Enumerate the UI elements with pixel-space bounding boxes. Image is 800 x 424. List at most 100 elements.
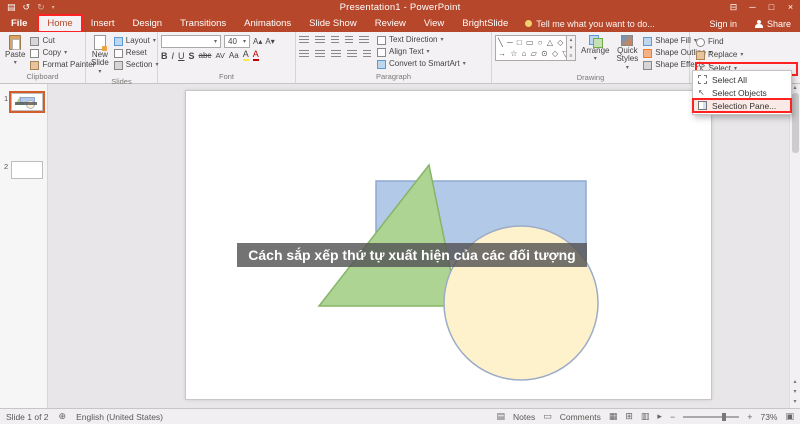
menu-item-select-objects[interactable]: ↖ Select Objects xyxy=(693,86,791,99)
section-button[interactable]: Section ▾ xyxy=(113,60,158,70)
zoom-in-icon[interactable]: + xyxy=(747,412,752,422)
selection-pane-label: Selection Pane... xyxy=(712,100,777,111)
shapes-gallery-scrollbar[interactable]: ▴ ▾ ≡ xyxy=(567,35,576,61)
align-center-icon[interactable] xyxy=(315,50,325,58)
vertical-scrollbar[interactable]: ▴ ▴ ▾ ▾ xyxy=(789,84,800,408)
undo-icon[interactable]: ↺ xyxy=(23,2,31,13)
tab-brightslide[interactable]: BrightSlide xyxy=(453,15,517,32)
align-left-icon[interactable] xyxy=(299,50,309,58)
change-case-button[interactable]: Aa xyxy=(229,51,239,60)
language-indicator[interactable]: English (United States) xyxy=(76,412,163,422)
tab-view[interactable]: View xyxy=(415,15,453,32)
slide-canvas[interactable]: Cách sắp xếp thứ tự xuất hiện của các đố… xyxy=(185,90,712,400)
text-shadow-button[interactable]: S xyxy=(189,51,195,61)
minimize-icon[interactable]: ─ xyxy=(743,0,762,15)
slides-group: New Slide ▾ Layout ▾ Reset Section ▾ Slide… xyxy=(86,32,159,86)
slideshow-view-icon[interactable]: ▸ xyxy=(657,411,662,422)
redo-icon[interactable]: ↻ xyxy=(37,2,45,13)
character-spacing-button[interactable]: AV xyxy=(215,51,224,60)
zoom-slider-thumb[interactable] xyxy=(722,412,727,421)
scroll-up-icon[interactable]: ▴ xyxy=(793,84,796,91)
paste-button[interactable]: Paste ▾ xyxy=(3,34,27,68)
gallery-up-icon[interactable]: ▴ xyxy=(570,37,573,43)
text-direction-button[interactable]: Text Direction ▾ xyxy=(377,35,466,45)
ribbon-display-options-icon[interactable]: ⊟ xyxy=(724,0,743,15)
strikethrough-button[interactable]: abc xyxy=(199,51,212,60)
slide-sorter-view-icon[interactable]: ⊞ xyxy=(625,411,633,422)
numbering-icon[interactable] xyxy=(315,36,325,44)
convert-smartart-button[interactable]: Convert to SmartArt ▾ xyxy=(377,59,466,69)
tab-insert[interactable]: Insert xyxy=(82,15,124,32)
increase-indent-icon[interactable] xyxy=(345,36,353,44)
copy-label: Copy xyxy=(42,48,62,57)
notes-button[interactable]: Notes xyxy=(513,412,535,422)
previous-slide-icon[interactable]: ▴ xyxy=(793,378,796,385)
slide-caption-textbox[interactable]: Cách sắp xếp thứ tự xuất hiện của các đố… xyxy=(237,243,587,267)
scrollbar-thumb[interactable] xyxy=(791,93,799,153)
person-icon xyxy=(754,19,763,28)
tab-slide-show[interactable]: Slide Show xyxy=(300,15,366,32)
slide-1-thumbnail[interactable] xyxy=(9,91,45,113)
scroll-down-icon[interactable]: ▾ xyxy=(793,398,796,405)
tab-animations[interactable]: Animations xyxy=(235,15,300,32)
quick-styles-icon xyxy=(621,35,634,46)
reset-button[interactable]: Reset xyxy=(113,48,159,58)
tab-home[interactable]: Home xyxy=(37,14,83,33)
grow-font-button[interactable]: A▴ xyxy=(253,37,262,46)
spell-check-icon[interactable]: ⊕ xyxy=(59,411,67,422)
next-slide-icon[interactable]: ▾ xyxy=(793,388,796,395)
sign-in-button[interactable]: Sign in xyxy=(700,15,746,32)
find-button[interactable]: Find xyxy=(696,37,797,47)
normal-view-icon[interactable]: ▦ xyxy=(609,411,618,422)
menu-item-select-all[interactable]: Select All xyxy=(693,73,791,86)
drawing-group: ╲ ─ □ ▭ ○ △ ◇ → ☆ ⌂ ▱ ⊙ ◇ ▽ ▴ ▾ ≡ Arrang… xyxy=(492,32,712,83)
underline-button[interactable]: U xyxy=(178,51,185,61)
save-icon[interactable]: ▤ xyxy=(7,2,16,13)
italic-button[interactable]: I xyxy=(172,51,175,61)
zoom-out-icon[interactable]: − xyxy=(670,412,675,422)
tab-design[interactable]: Design xyxy=(123,15,171,32)
comments-icon: ▭ xyxy=(543,411,552,421)
fit-slide-to-window-icon[interactable]: ▣ xyxy=(785,411,794,422)
comments-button[interactable]: Comments xyxy=(560,412,601,422)
maximize-icon[interactable]: □ xyxy=(762,0,781,15)
align-right-icon[interactable] xyxy=(331,50,341,58)
replace-button[interactable]: Replace ▾ xyxy=(696,50,797,60)
arrange-caret-icon: ▾ xyxy=(593,56,597,63)
gallery-down-icon[interactable]: ▾ xyxy=(570,45,573,51)
bullets-icon[interactable] xyxy=(299,36,309,44)
customize-qat-icon[interactable]: ▾ xyxy=(52,4,55,11)
layout-button[interactable]: Layout ▾ xyxy=(113,36,159,46)
menu-item-selection-pane[interactable]: Selection Pane... xyxy=(692,98,792,113)
select-dropdown-menu: Select All ↖ Select Objects Selection Pa… xyxy=(692,70,792,115)
highlight-color-button[interactable]: A xyxy=(242,50,249,61)
share-button[interactable]: Share xyxy=(746,15,800,32)
font-size-combobox[interactable]: 40 ▾ xyxy=(224,35,250,48)
tab-transitions[interactable]: Transitions xyxy=(171,15,235,32)
slide-2-thumbnail[interactable] xyxy=(11,161,43,179)
new-slide-label: New Slide xyxy=(91,50,109,68)
bold-button[interactable]: B xyxy=(161,51,168,61)
reset-icon xyxy=(113,48,123,58)
tell-me-box[interactable]: Tell me what you want to do... xyxy=(517,15,663,32)
new-slide-button[interactable]: New Slide ▾ xyxy=(89,34,111,76)
shapes-gallery[interactable]: ╲ ─ □ ▭ ○ △ ◇ → ☆ ⌂ ▱ ⊙ ◇ ▽ xyxy=(495,35,567,61)
justify-icon[interactable] xyxy=(347,50,357,58)
shrink-font-button[interactable]: A▾ xyxy=(265,37,274,46)
tab-review[interactable]: Review xyxy=(366,15,415,32)
arrange-button[interactable]: Arrange ▾ xyxy=(579,34,611,64)
zoom-slider[interactable] xyxy=(683,412,740,421)
columns-icon[interactable] xyxy=(363,50,371,58)
font-name-combobox[interactable]: ▾ xyxy=(161,35,221,48)
line-spacing-icon[interactable] xyxy=(359,36,369,44)
close-icon[interactable]: × xyxy=(781,0,800,15)
font-color-button[interactable]: A xyxy=(252,50,259,61)
tab-file[interactable]: File xyxy=(0,15,38,32)
align-text-button[interactable]: Align Text ▾ xyxy=(377,47,466,57)
zoom-level[interactable]: 73% xyxy=(760,412,777,422)
quick-styles-button[interactable]: Quick Styles ▾ xyxy=(614,34,640,72)
reading-view-icon[interactable]: ▥ xyxy=(641,411,650,422)
decrease-indent-icon[interactable] xyxy=(331,36,339,44)
gallery-more-icon[interactable]: ≡ xyxy=(570,53,573,59)
content-area: 1 2 Cách sắp xếp thứ tự xuất hiện của cá… xyxy=(0,84,800,408)
